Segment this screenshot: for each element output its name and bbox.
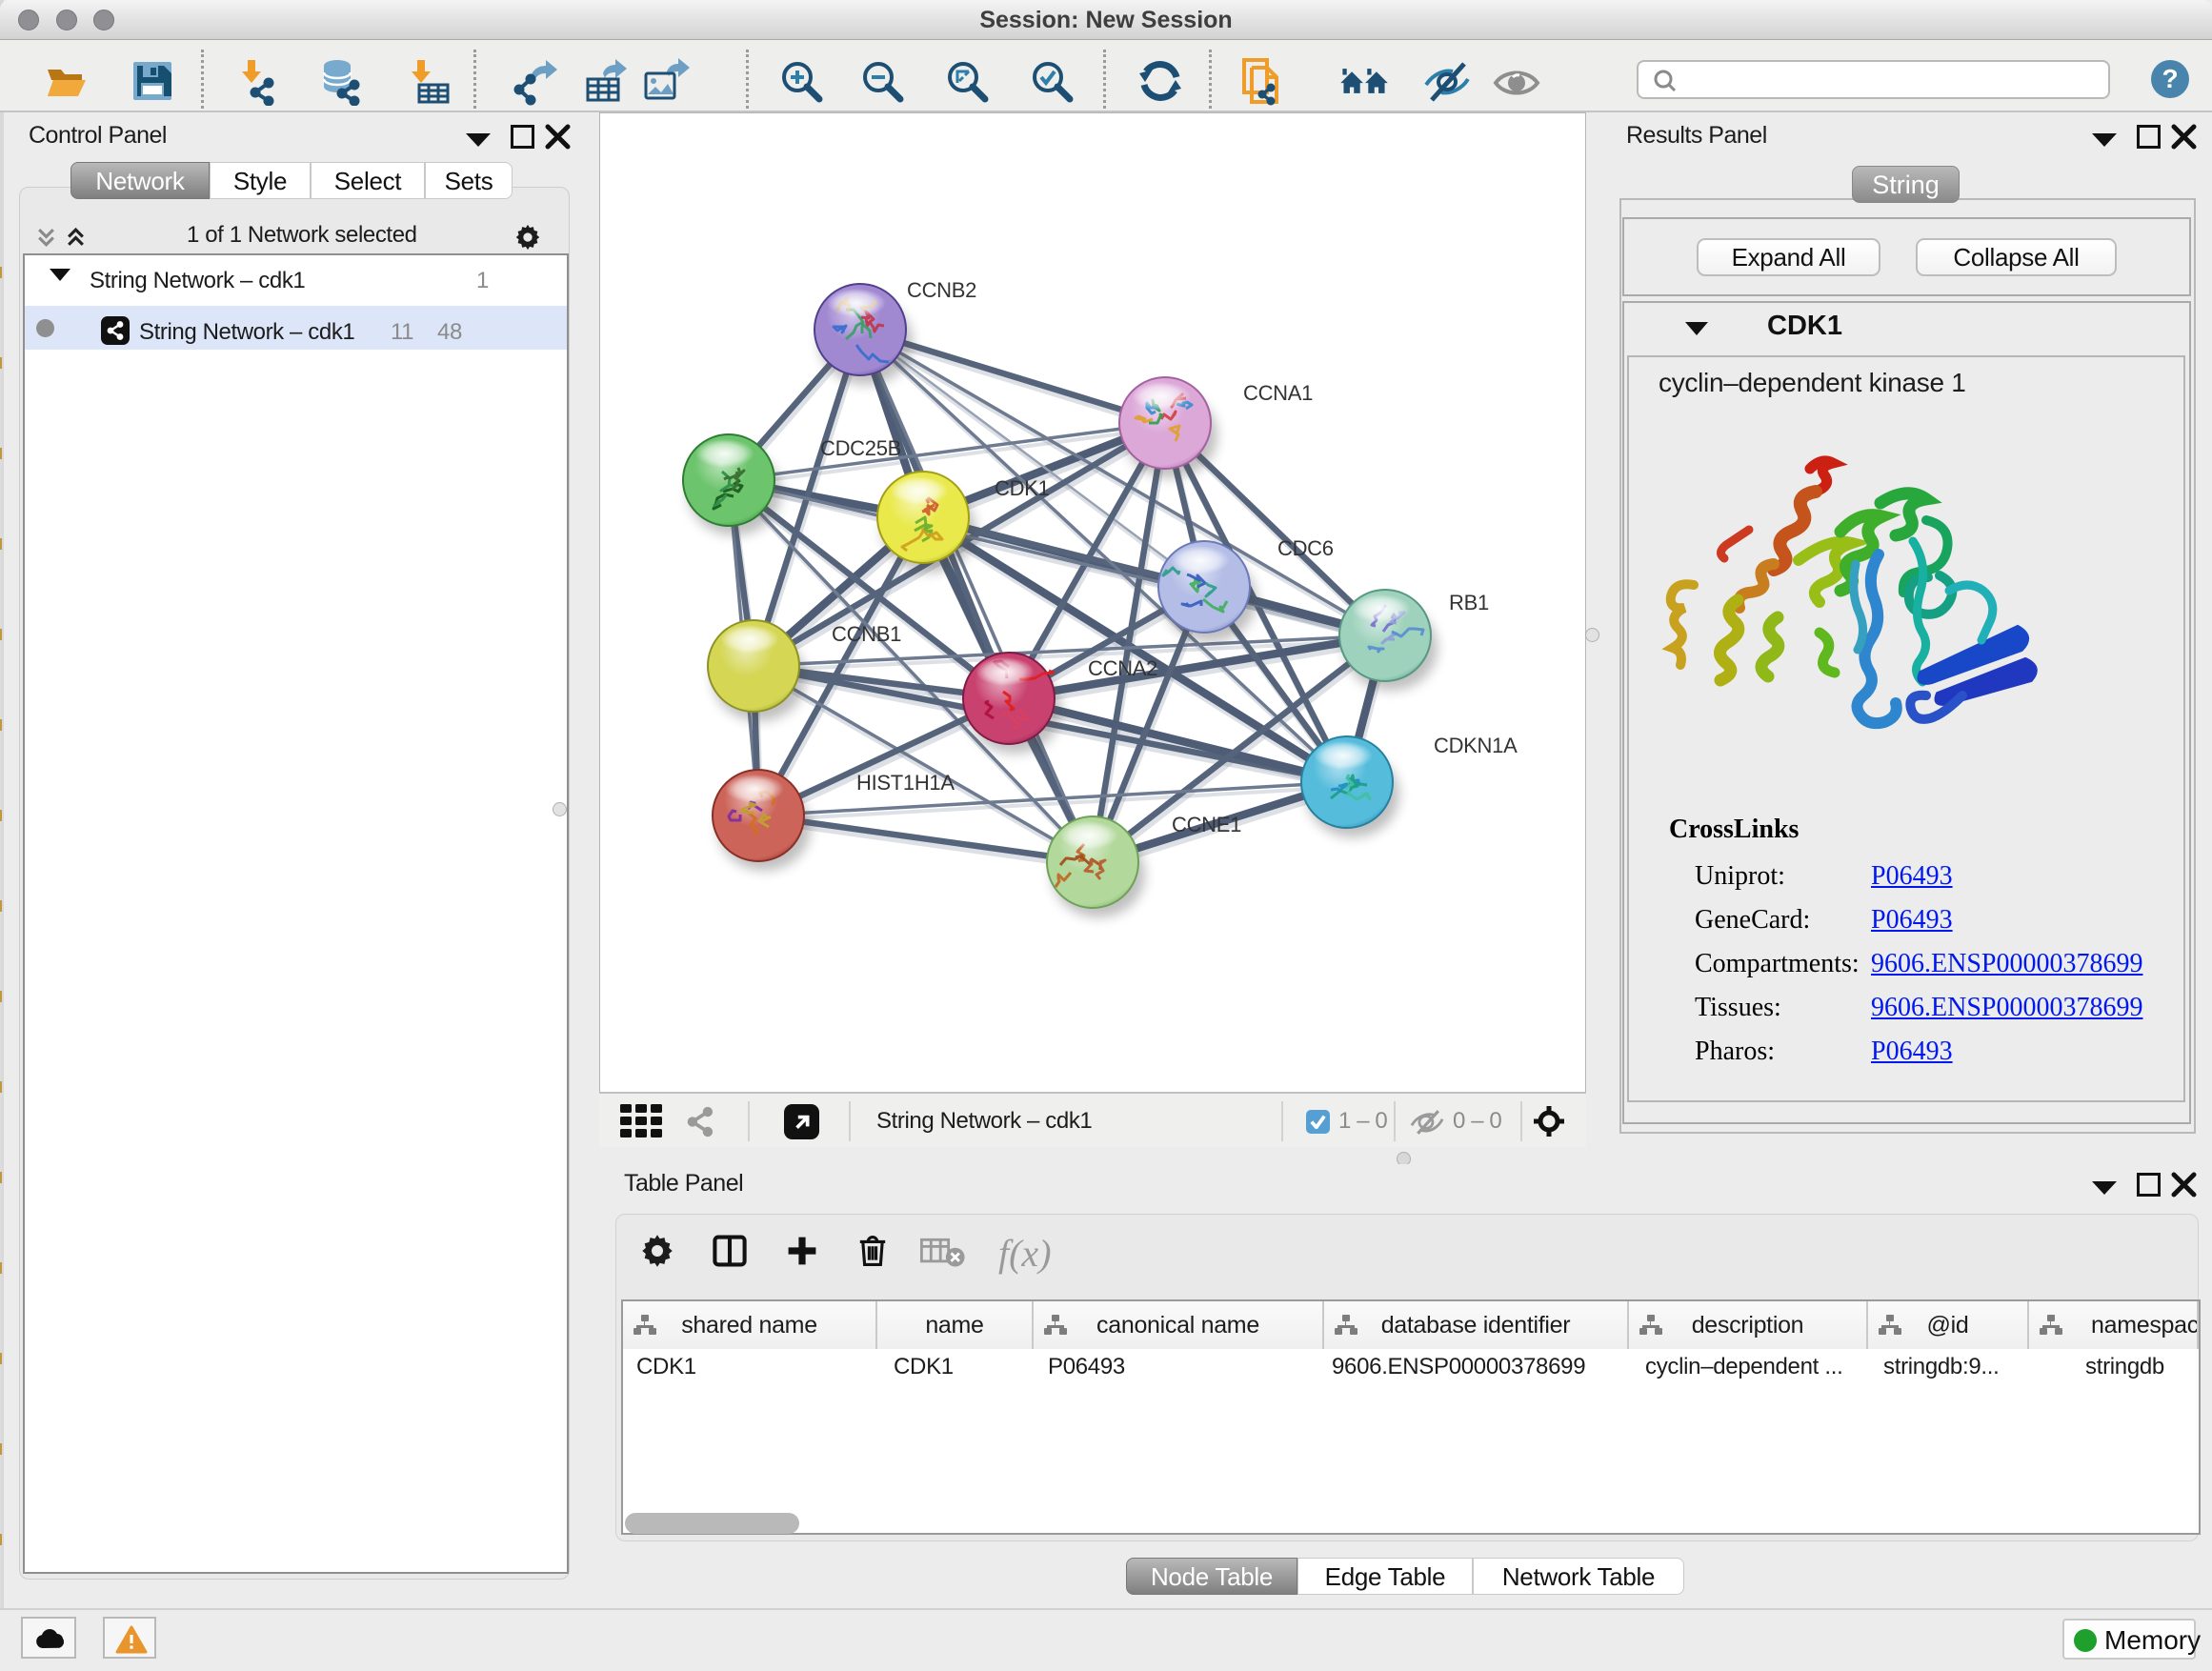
svg-text:CCNB2: CCNB2 [907,278,976,302]
svg-text:CDC6: CDC6 [1277,536,1334,560]
svg-text:CDC25B: CDC25B [820,436,901,460]
svg-text:CDKN1A: CDKN1A [1434,734,1518,757]
svg-text:RB1: RB1 [1449,591,1489,614]
svg-text:CCNB1: CCNB1 [832,622,901,646]
svg-text:CCNE1: CCNE1 [1172,813,1241,836]
svg-text:CCNA1: CCNA1 [1243,381,1313,405]
svg-text:?: ? [2162,64,2178,93]
svg-text:HIST1H1A: HIST1H1A [856,771,955,795]
svg-text:CDK1: CDK1 [995,476,1050,500]
svg-text:CCNA2: CCNA2 [1088,656,1157,680]
